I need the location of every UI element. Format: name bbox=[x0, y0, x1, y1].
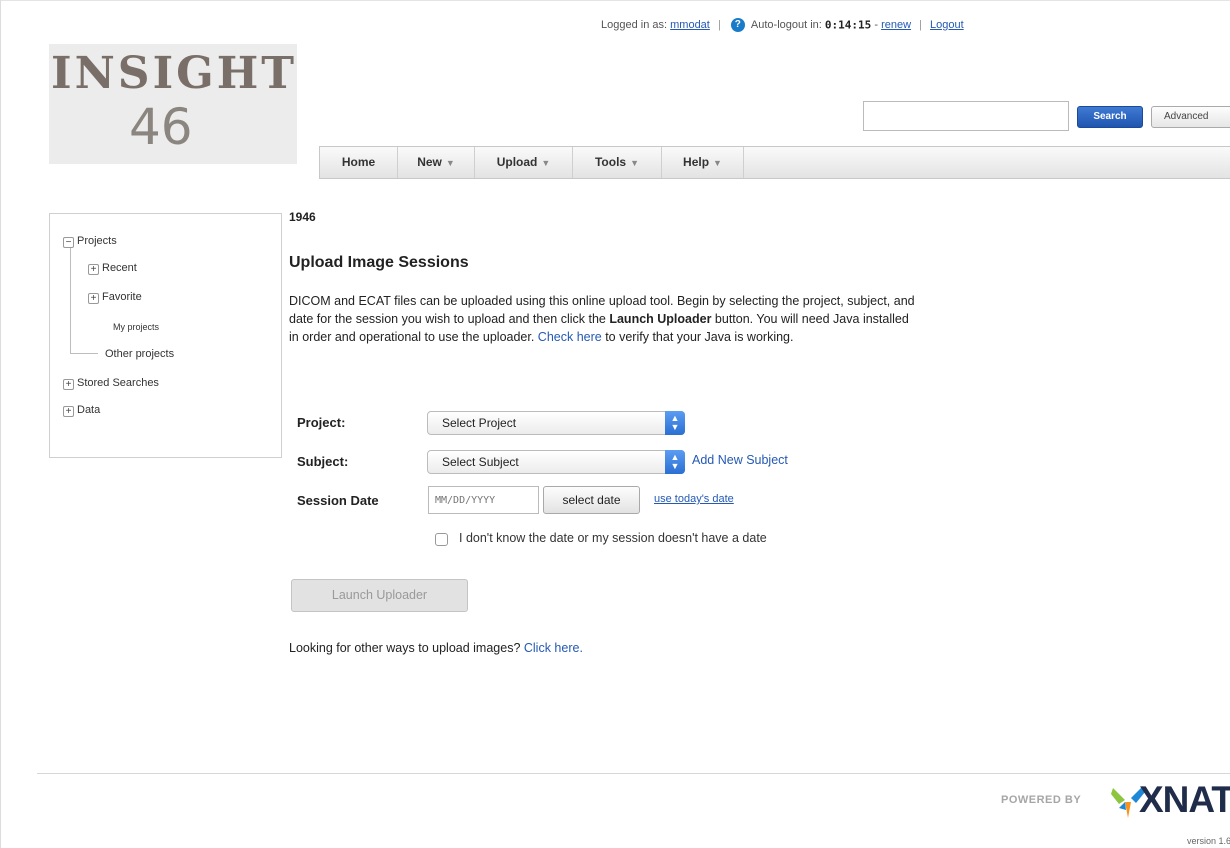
chevron-down-icon: ▼ bbox=[713, 158, 722, 168]
expand-icon[interactable]: + bbox=[63, 406, 74, 417]
page: Logged in as: mmodat | ? Auto-logout in:… bbox=[0, 0, 1230, 848]
site-logo[interactable]: INSIGHT 46 bbox=[49, 44, 297, 164]
sidebar-item-label: My projects bbox=[113, 322, 160, 332]
expand-icon[interactable]: + bbox=[63, 379, 74, 390]
subject-select-value: Select Subject bbox=[442, 455, 519, 469]
main-nav: Home New ▼ Upload ▼ Tools ▼ Help ▼ bbox=[319, 146, 1230, 179]
xnat-brand[interactable]: XNAT bbox=[1139, 779, 1230, 821]
tree-connector bbox=[70, 353, 98, 354]
version-label: version 1.6.5 bbox=[1187, 836, 1230, 846]
other-ways-link[interactable]: Click here. bbox=[524, 641, 583, 655]
footer-divider bbox=[37, 773, 1230, 774]
sidebar-item-data[interactable]: + Data bbox=[63, 403, 100, 417]
sidebar-item-label: Data bbox=[77, 404, 101, 416]
breadcrumb: 1946 bbox=[289, 210, 316, 224]
other-ways-label: Looking for other ways to upload images? bbox=[289, 641, 521, 655]
session-status-bar: Logged in as: mmodat | ? Auto-logout in:… bbox=[601, 18, 1230, 38]
renew-link[interactable]: renew bbox=[881, 19, 911, 31]
other-ways-text: Looking for other ways to upload images?… bbox=[289, 641, 583, 655]
nav-new-label: New bbox=[417, 155, 442, 169]
nav-home-label: Home bbox=[341, 155, 376, 169]
project-select-value: Select Project bbox=[442, 416, 517, 430]
session-date-label: Session Date bbox=[297, 493, 379, 508]
chevron-down-icon: ▼ bbox=[541, 158, 551, 168]
no-date-checkbox-label: I don't know the date or my session does… bbox=[459, 531, 767, 545]
sidebar-item-projects[interactable]: − Projects bbox=[63, 234, 117, 248]
question-circle-icon[interactable]: ? bbox=[730, 18, 745, 32]
sidebar-item-my-projects[interactable]: My projects bbox=[113, 320, 159, 334]
project-select[interactable]: Select Project ▲ ▼ bbox=[427, 411, 685, 435]
session-date-input[interactable] bbox=[428, 486, 539, 514]
status-separator: | bbox=[919, 19, 922, 31]
sidebar-item-other-projects[interactable]: Other projects bbox=[105, 347, 174, 361]
nav-help-label: Help bbox=[683, 155, 710, 169]
check-java-link[interactable]: Check here bbox=[538, 330, 602, 344]
nav-upload-label: Upload bbox=[496, 155, 538, 169]
sidebar-item-stored-searches[interactable]: + Stored Searches bbox=[63, 376, 159, 390]
username-link[interactable]: mmodat bbox=[670, 19, 710, 31]
nav-home[interactable]: Home bbox=[320, 147, 398, 178]
sidebar-item-label: Other projects bbox=[105, 348, 175, 360]
expand-icon[interactable]: + bbox=[88, 293, 99, 304]
sidebar-item-recent[interactable]: + Recent bbox=[88, 261, 137, 275]
search-input[interactable] bbox=[863, 101, 1069, 131]
add-new-subject-link[interactable]: Add New Subject bbox=[692, 453, 788, 467]
logout-timer: 0:14:15 bbox=[824, 18, 872, 32]
select-arrows-icon: ▲ ▼ bbox=[665, 450, 685, 474]
nav-new[interactable]: New ▼ bbox=[398, 147, 475, 178]
sidebar-tree: − Projects + Recent + Favorite My projects … bbox=[49, 213, 282, 458]
sidebar-item-label: Recent bbox=[102, 262, 137, 274]
powered-by-label: POWERED BY bbox=[1001, 794, 1082, 806]
collapse-icon[interactable]: − bbox=[63, 237, 74, 248]
logout-link[interactable]: Logout bbox=[930, 19, 964, 31]
intro-text: to verify that your Java is working. bbox=[601, 330, 794, 344]
subject-select[interactable]: Select Subject ▲ ▼ bbox=[427, 450, 685, 474]
no-date-checkbox[interactable] bbox=[435, 533, 448, 546]
nav-upload[interactable]: Upload ▼ bbox=[475, 147, 573, 178]
logo-title: INSIGHT bbox=[51, 48, 298, 99]
logged-in-label: Logged in as: bbox=[601, 19, 668, 31]
nav-help[interactable]: Help ▼ bbox=[662, 147, 744, 178]
sidebar-item-label: Projects bbox=[77, 235, 117, 247]
top-rule bbox=[1, 0, 1230, 1]
add-new-subject-label: Add New Subject bbox=[692, 453, 788, 467]
timer-dash: - bbox=[874, 19, 879, 31]
select-arrows-icon: ▲ ▼ bbox=[665, 411, 685, 435]
subject-label: Subject: bbox=[297, 454, 349, 469]
status-separator: | bbox=[717, 19, 721, 31]
sidebar-item-label: Favorite bbox=[102, 291, 142, 303]
sidebar-item-label: Stored Searches bbox=[77, 377, 159, 389]
logo-number: 46 bbox=[129, 98, 193, 156]
chevron-down-icon: ▼ bbox=[445, 158, 455, 168]
advanced-search-button[interactable]: Advanced bbox=[1151, 106, 1230, 128]
nav-tools-label: Tools bbox=[594, 155, 627, 169]
project-label: Project: bbox=[297, 415, 346, 430]
select-date-button[interactable]: select date bbox=[543, 486, 640, 514]
intro-bold: Launch Uploader bbox=[609, 312, 712, 326]
search-button[interactable]: Search bbox=[1077, 106, 1143, 128]
use-todays-date-link[interactable]: use today's date bbox=[654, 493, 734, 505]
launch-uploader-button[interactable]: Launch Uploader bbox=[291, 579, 468, 612]
auto-logout-label: Auto-logout in: bbox=[750, 19, 822, 31]
chevron-down-icon: ▼ bbox=[630, 158, 640, 168]
nav-tools[interactable]: Tools ▼ bbox=[573, 147, 662, 178]
tree-connector bbox=[70, 246, 71, 354]
sidebar-item-favorite[interactable]: + Favorite bbox=[88, 290, 142, 304]
upload-instructions: DICOM and ECAT files can be uploaded usi… bbox=[289, 292, 919, 346]
page-title: Upload Image Sessions bbox=[289, 254, 469, 271]
expand-icon[interactable]: + bbox=[88, 264, 99, 275]
